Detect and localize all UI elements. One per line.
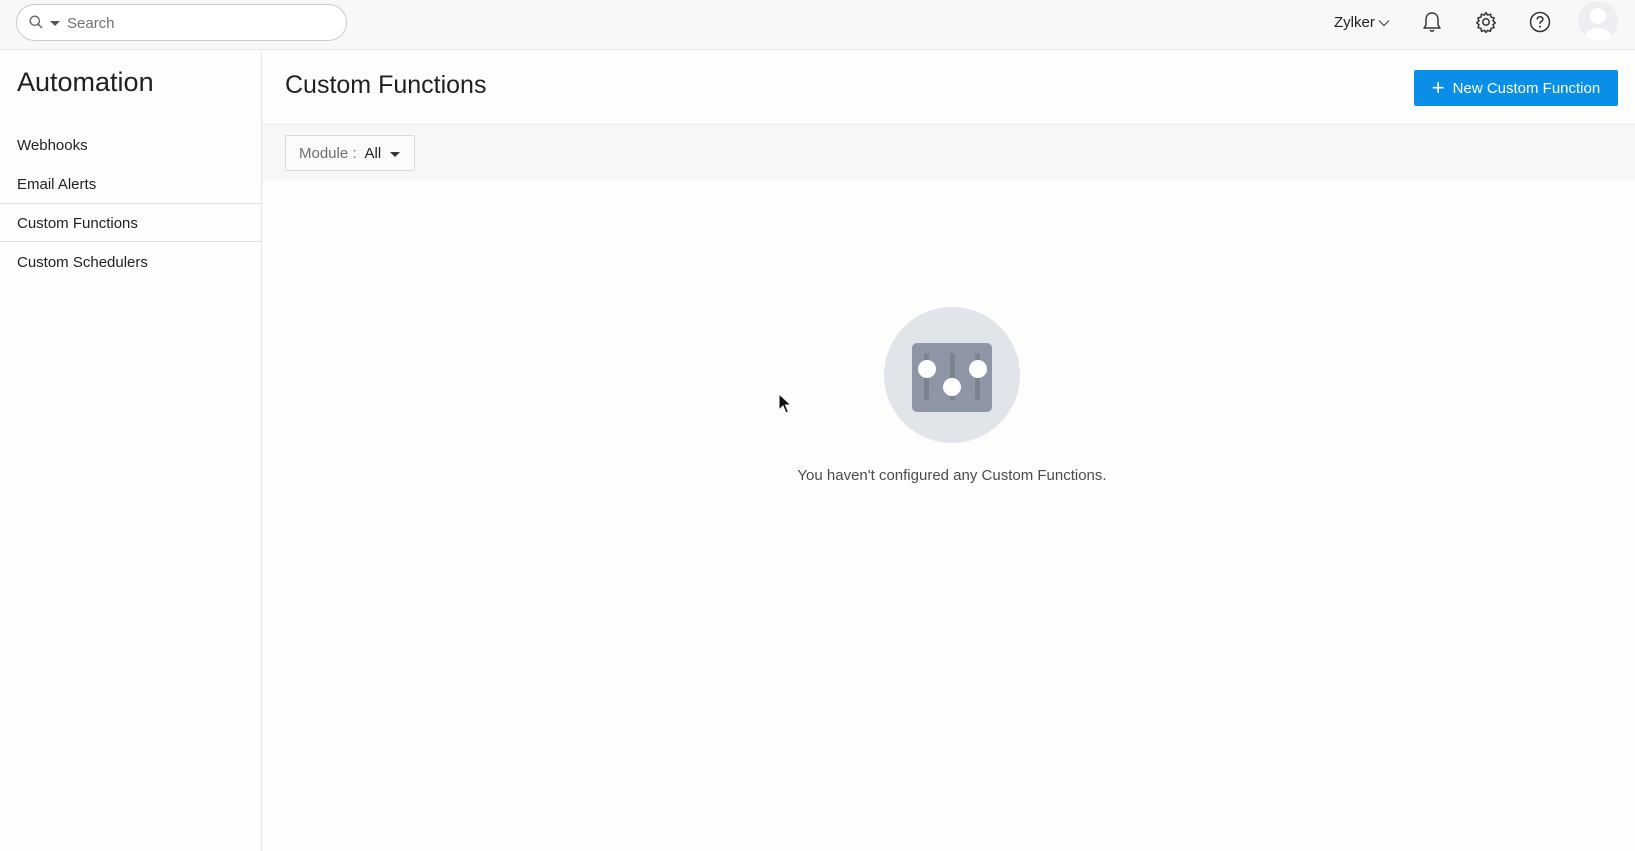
module-filter-value: All: [364, 144, 382, 162]
page-title: Custom Functions: [285, 71, 487, 99]
sidebar-item-custom-functions[interactable]: Custom Functions: [0, 203, 261, 242]
new-custom-function-button[interactable]: + New Custom Function: [1414, 70, 1618, 106]
sidebar-item-webhooks[interactable]: Webhooks: [0, 125, 261, 164]
empty-state: You haven't configured any Custom Functi…: [262, 181, 1635, 851]
search-scope-caret-icon[interactable]: [50, 21, 60, 26]
gear-icon[interactable]: [1473, 9, 1499, 35]
top-bar: Zylker: [0, 0, 1635, 50]
chevron-down-icon: [1378, 14, 1390, 31]
plus-icon: +: [1431, 75, 1445, 100]
avatar[interactable]: [1578, 1, 1618, 41]
caret-down-icon: [390, 151, 401, 157]
search-icon[interactable]: [29, 15, 43, 34]
new-custom-function-label: New Custom Function: [1452, 79, 1601, 97]
module-filter-dropdown[interactable]: Module : All: [285, 135, 415, 171]
search-box[interactable]: [16, 4, 347, 41]
sidebar-nav: Webhooks Email Alerts Custom Functions C…: [0, 125, 261, 281]
module-filter-label: Module :: [299, 144, 357, 162]
empty-state-message: You haven't configured any Custom Functi…: [797, 467, 1107, 484]
help-icon[interactable]: [1527, 9, 1553, 35]
sidebar-item-email-alerts[interactable]: Email Alerts: [0, 164, 261, 203]
sliders-illustration-icon: [884, 307, 1020, 443]
mouse-cursor-icon: [778, 392, 793, 420]
search-input[interactable]: [67, 11, 337, 35]
org-switcher[interactable]: Zylker: [1334, 14, 1390, 31]
sidebar-title: Automation: [17, 67, 154, 97]
sidebar-item-custom-schedulers[interactable]: Custom Schedulers: [0, 242, 261, 281]
org-name: Zylker: [1334, 14, 1375, 31]
main-content: Custom Functions + New Custom Function M…: [262, 51, 1635, 851]
filter-bar: Module : All: [262, 124, 1635, 181]
sidebar: Automation Webhooks Email Alerts Custom …: [0, 51, 262, 851]
bell-icon[interactable]: [1419, 9, 1445, 35]
